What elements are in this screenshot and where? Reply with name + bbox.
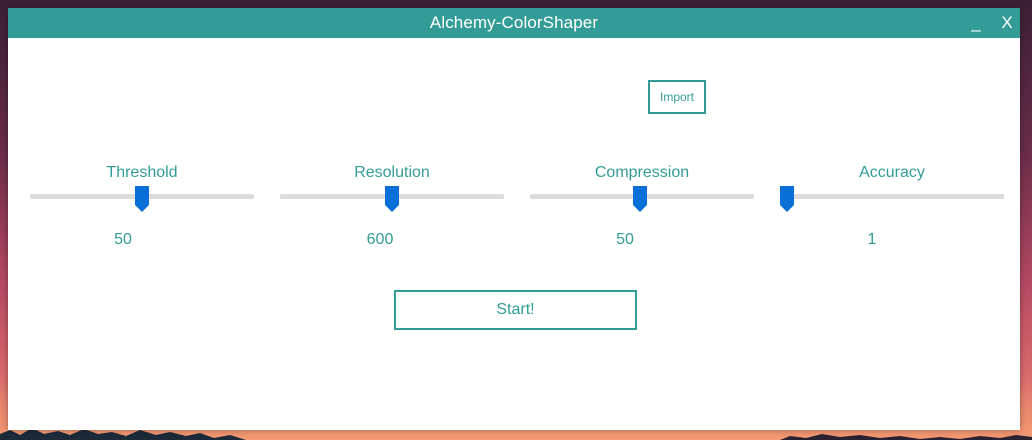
accuracy-slider-thumb[interactable] <box>780 186 794 212</box>
window-title: Alchemy-ColorShaper <box>429 13 599 32</box>
resolution-slider-thumb[interactable] <box>385 186 399 212</box>
compression-slider-thumb[interactable] <box>632 186 647 212</box>
start-button[interactable]: Start! <box>394 290 637 330</box>
compression-slider-group: Compression 50 <box>530 164 754 254</box>
app-window: Alchemy-ColorShaper _ X Import Threshold… <box>8 8 1020 430</box>
close-button[interactable]: X <box>996 8 1018 38</box>
accuracy-label: Accuracy <box>859 164 925 181</box>
resolution-value: 600 <box>366 231 394 248</box>
accuracy-value: 1 <box>867 231 877 248</box>
threshold-slider-group: Threshold 50 <box>30 164 254 254</box>
accuracy-slider-group: Accuracy 1 <box>780 164 1004 254</box>
import-button[interactable]: Import <box>648 80 706 114</box>
title-bar[interactable]: Alchemy-ColorShaper _ X <box>8 8 1020 38</box>
compression-value: 50 <box>616 231 634 248</box>
compression-label: Compression <box>594 164 690 181</box>
threshold-value: 50 <box>114 231 132 248</box>
threshold-slider-thumb[interactable] <box>135 186 149 212</box>
minimize-button[interactable]: _ <box>966 8 986 38</box>
resolution-slider-group: Resolution 600 <box>280 164 504 254</box>
accuracy-slider-track[interactable] <box>780 194 1004 199</box>
resolution-label: Resolution <box>354 164 430 181</box>
threshold-label: Threshold <box>106 164 178 181</box>
